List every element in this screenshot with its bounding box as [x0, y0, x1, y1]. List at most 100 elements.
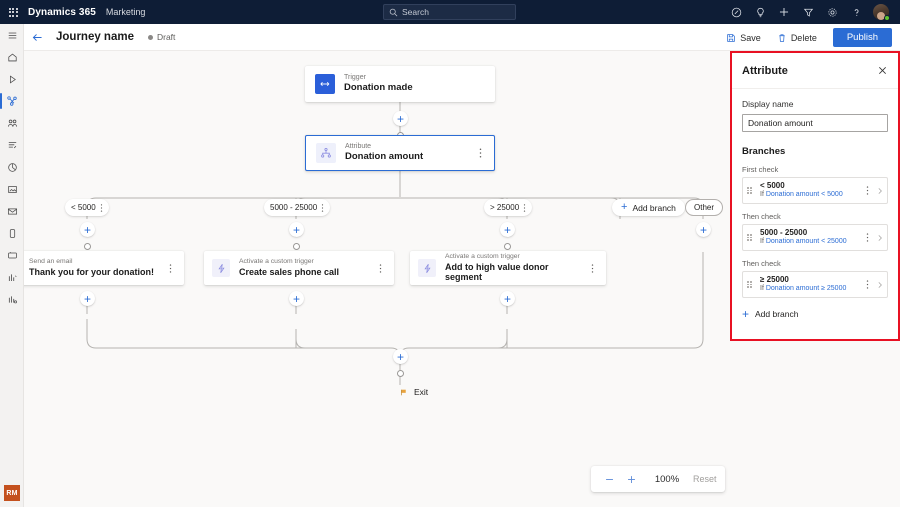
action-card-2-menu-icon[interactable]	[372, 263, 388, 274]
panel-header: Attribute	[732, 53, 898, 89]
save-button[interactable]: Save	[718, 27, 769, 48]
node-exit[interactable]: Exit	[400, 387, 428, 397]
brand-label: Dynamics 365	[28, 7, 96, 18]
node-trigger-kicker: Trigger	[344, 74, 495, 82]
gear-icon[interactable]	[820, 0, 844, 24]
add-step-button-after-card-1[interactable]: +	[80, 291, 95, 306]
user-initials-badge[interactable]: RM	[4, 485, 20, 501]
panel-branch-row-3[interactable]: ≥ 25000 If Donation amount ≥ 25000	[742, 271, 888, 298]
branch-chip-3-menu-icon[interactable]	[523, 203, 526, 213]
lightbulb-icon[interactable]	[748, 0, 772, 24]
action-card-2-text: Activate a custom trigger Create sales p…	[239, 258, 372, 277]
sidebar-item-recent[interactable]	[0, 68, 24, 90]
user-avatar[interactable]	[868, 0, 894, 24]
add-step-button-after-card-3[interactable]: +	[500, 291, 515, 306]
attribute-properties-panel: Attribute Display name Branches First ch…	[730, 51, 900, 341]
exit-label: Exit	[414, 387, 428, 397]
close-icon[interactable]	[877, 65, 888, 76]
display-name-input[interactable]	[742, 114, 888, 132]
save-icon	[726, 33, 736, 43]
node-attribute[interactable]: Attribute Donation amount	[305, 135, 495, 171]
branch-chip-2-menu-icon[interactable]	[321, 203, 324, 213]
panel-branch-row-2[interactable]: 5000 - 25000 If Donation amount < 25000	[742, 224, 888, 251]
zoom-in-button[interactable]	[621, 469, 641, 489]
node-trigger-text: Trigger Donation made	[344, 74, 495, 94]
command-bar-actions: Save Delete Publish	[718, 24, 892, 51]
sidebar-item-home[interactable]	[0, 46, 24, 68]
sidebar-item-segments[interactable]	[0, 112, 24, 134]
add-step-button-other[interactable]: +	[696, 222, 711, 237]
panel-branch-row-1-menu-icon[interactable]	[861, 185, 873, 196]
add-step-button-branch-1[interactable]: +	[80, 222, 95, 237]
zoom-reset-button[interactable]: Reset	[693, 474, 717, 484]
search-placeholder: Search	[402, 7, 429, 17]
add-step-button-after-card-2[interactable]: +	[289, 291, 304, 306]
action-card-1-menu-icon[interactable]	[162, 263, 178, 274]
sidebar-item-images[interactable]	[0, 178, 24, 200]
drag-handle-icon[interactable]	[747, 234, 755, 241]
chevron-right-icon[interactable]	[873, 234, 887, 242]
sidebar-item-report[interactable]	[0, 266, 24, 288]
drag-handle-icon[interactable]	[747, 281, 755, 288]
branch-chip-1[interactable]: < 5000	[65, 199, 109, 216]
add-step-button-trigger[interactable]: +	[393, 111, 408, 126]
zoom-out-button[interactable]	[599, 469, 619, 489]
canvas-add-branch-button[interactable]: + Add branch	[612, 199, 685, 216]
panel-branch-row-3-expression[interactable]: Donation amount ≥ 25000	[766, 285, 847, 292]
branches-section-title: Branches	[742, 146, 888, 157]
publish-button[interactable]: Publish	[833, 28, 892, 47]
panel-branch-row-2-menu-icon[interactable]	[861, 232, 873, 243]
plus-icon: +	[621, 202, 627, 213]
add-step-button-branch-2[interactable]: +	[289, 222, 304, 237]
branch-chip-1-menu-icon[interactable]	[100, 203, 103, 213]
branch-chip-3[interactable]: > 25000	[484, 199, 532, 216]
back-arrow-icon[interactable]	[24, 24, 50, 51]
action-card-2[interactable]: Activate a custom trigger Create sales p…	[204, 251, 394, 285]
branch-chip-2[interactable]: 5000 - 25000	[264, 199, 330, 216]
canvas-add-branch-label: Add branch	[632, 203, 675, 213]
branch-chip-other[interactable]: Other	[685, 199, 723, 216]
panel-add-branch-button[interactable]: + Add branch	[742, 308, 888, 320]
hamburger-menu-icon[interactable]	[0, 24, 24, 46]
panel-branch-row-2-expression[interactable]: Donation amount < 25000	[766, 238, 847, 245]
suite-actions	[724, 0, 894, 24]
action-card-3[interactable]: Activate a custom trigger Add to high va…	[410, 251, 606, 285]
status-badge: Draft	[148, 32, 175, 42]
delete-button[interactable]: Delete	[769, 27, 825, 48]
panel-branch-row-3-menu-icon[interactable]	[861, 279, 873, 290]
action-card-3-text: Activate a custom trigger Add to high va…	[445, 253, 584, 283]
sidebar-item-assets[interactable]	[0, 288, 24, 310]
node-trigger[interactable]: Trigger Donation made	[305, 66, 495, 102]
node-trigger-title: Donation made	[344, 83, 495, 94]
action-card-1-kicker: Send an email	[29, 258, 162, 266]
add-step-button-before-exit[interactable]: +	[393, 349, 408, 364]
status-label: Draft	[157, 32, 175, 42]
plus-icon[interactable]	[772, 0, 796, 24]
filter-icon[interactable]	[796, 0, 820, 24]
panel-branch-row-1-expression[interactable]: Donation amount < 5000	[766, 191, 843, 198]
edit-icon[interactable]	[724, 0, 748, 24]
global-search-box[interactable]: Search	[383, 4, 516, 20]
page-title: Journey name	[56, 31, 134, 43]
sidebar-item-forms[interactable]	[0, 134, 24, 156]
branch-chip-1-label: < 5000	[71, 203, 96, 212]
left-navigation-rail: RM	[0, 24, 24, 507]
action-card-3-menu-icon[interactable]	[584, 263, 600, 274]
connector-dot-exit	[397, 370, 404, 377]
chevron-right-icon[interactable]	[873, 281, 887, 289]
panel-branch-row-1[interactable]: < 5000 If Donation amount < 5000	[742, 177, 888, 204]
help-icon[interactable]	[844, 0, 868, 24]
waffle-menu-icon[interactable]	[0, 0, 26, 24]
drag-handle-icon[interactable]	[747, 187, 755, 194]
add-step-button-branch-3[interactable]: +	[500, 222, 515, 237]
node-attribute-menu-icon[interactable]	[472, 147, 488, 159]
sidebar-item-email[interactable]	[0, 200, 24, 222]
sidebar-item-journeys[interactable]	[0, 90, 24, 112]
chevron-right-icon[interactable]	[873, 187, 887, 195]
display-name-label: Display name	[742, 99, 888, 109]
action-card-1[interactable]: Send an email Thank you for your donatio…	[24, 251, 184, 285]
sidebar-item-push-notification[interactable]	[0, 244, 24, 266]
sidebar-item-mobile[interactable]	[0, 222, 24, 244]
panel-branch-row-3-condition: If Donation amount ≥ 25000	[760, 285, 861, 293]
sidebar-item-analytics[interactable]	[0, 156, 24, 178]
